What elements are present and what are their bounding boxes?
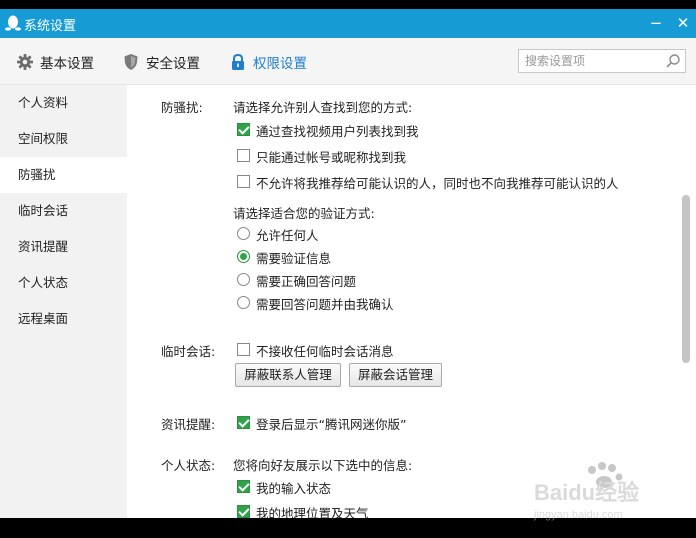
settings-sidebar: 个人资料 空间权限 防骚扰 临时会话 资讯提醒 个人状态 远程桌面 [0, 85, 127, 518]
reject-temp-session-checkbox[interactable] [237, 343, 250, 356]
sidebar-item-remote-desktop[interactable]: 远程桌面 [0, 301, 127, 337]
settings-content: 防骚扰: 请选择允许别人查找到您的方式: 通过查找视频用户列表找到我 只能通过帐… [127, 85, 696, 518]
content-scrollbar[interactable] [682, 195, 690, 363]
anti-harassment-label: 防骚扰: [161, 100, 203, 115]
sidebar-item-profile[interactable]: 个人资料 [0, 85, 127, 121]
sidebar-item-space-permissions[interactable]: 空间权限 [0, 121, 127, 157]
show-mini-news-checkbox[interactable] [237, 416, 250, 429]
search-box[interactable] [518, 49, 686, 73]
tab-permission-settings-label: 权限设置 [253, 56, 307, 72]
find-by-video-list-label[interactable]: 通过查找视频用户列表找到我 [256, 121, 419, 140]
block-contacts-button[interactable]: 屏蔽联系人管理 [235, 363, 341, 387]
sidebar-item-news-reminder[interactable]: 资讯提醒 [0, 229, 127, 265]
share-typing-status-checkbox[interactable] [237, 480, 250, 493]
reject-temp-session-label[interactable]: 不接收任何临时会话消息 [256, 341, 394, 360]
find-by-account-only-checkbox[interactable] [237, 149, 250, 162]
shield-icon [124, 54, 138, 70]
news-reminder-label: 资讯提醒: [161, 417, 216, 432]
share-location-weather-label[interactable]: 我的地理位置及天气 [256, 503, 369, 518]
find-method-prompt: 请选择允许别人查找到您的方式: [233, 100, 413, 115]
tab-security-settings[interactable]: 安全设置 [122, 52, 200, 72]
verify-allow-anyone-radio[interactable] [237, 227, 250, 240]
tab-basic-settings-label: 基本设置 [40, 56, 94, 72]
gear-icon [17, 54, 33, 70]
temp-session-label: 临时会话: [161, 344, 216, 359]
share-location-weather-checkbox[interactable] [237, 505, 250, 518]
verify-correct-answer-radio[interactable] [237, 273, 250, 286]
find-by-account-only-label[interactable]: 只能通过帐号或昵称找到我 [256, 147, 406, 166]
minimize-button[interactable]: − [644, 11, 668, 35]
sidebar-item-personal-status[interactable]: 个人状态 [0, 265, 127, 301]
lock-icon [232, 53, 244, 70]
verify-require-message-label[interactable]: 需要验证信息 [256, 248, 331, 267]
baidu-jingyan-watermark: Baidu经验 jingyan.baidu.com [533, 462, 639, 521]
sidebar-item-temp-session[interactable]: 临时会话 [0, 193, 127, 229]
share-typing-status-label[interactable]: 我的输入状态 [256, 478, 331, 497]
verify-answer-and-confirm-radio[interactable] [237, 296, 250, 309]
search-icon[interactable] [665, 53, 681, 69]
watermark-url: jingyan.baidu.com [533, 509, 623, 521]
title-bar[interactable]: 系统设置 − ✕ [0, 9, 696, 38]
close-button[interactable]: ✕ [671, 11, 695, 35]
no-recommend-label[interactable]: 不允许将我推荐给可能认识的人，同时也不向我推荐可能认识的人 [256, 173, 619, 192]
tab-basic-settings[interactable]: 基本设置 [16, 52, 94, 72]
verify-method-prompt: 请选择适合您的验证方式: [233, 206, 375, 221]
tab-security-settings-label: 安全设置 [146, 56, 200, 72]
watermark-brand: Baidu经验 [534, 480, 639, 505]
find-by-video-list-checkbox[interactable] [237, 123, 250, 136]
no-recommend-checkbox[interactable] [237, 175, 250, 188]
verify-correct-answer-label[interactable]: 需要正确回答问题 [256, 271, 356, 290]
top-toolbar: 基本设置 安全设置 权限设置 [0, 38, 696, 85]
personal-status-label: 个人状态: [161, 458, 216, 473]
tab-permission-settings[interactable]: 权限设置 [229, 52, 307, 72]
block-sessions-button[interactable]: 屏蔽会话管理 [349, 363, 442, 387]
window-title: 系统设置 [24, 19, 77, 34]
verify-allow-anyone-label[interactable]: 允许任何人 [256, 225, 319, 244]
verify-answer-and-confirm-label[interactable]: 需要回答问题并由我确认 [256, 294, 394, 313]
search-input[interactable] [525, 52, 660, 70]
settings-window: 系统设置 − ✕ 基本设置 安全设置 权限设置 搜索设置项 个人资料 空间权限 … [0, 9, 696, 518]
status-share-prompt: 您将向好友展示以下选中的信息: [233, 458, 413, 473]
sidebar-item-anti-harassment[interactable]: 防骚扰 [0, 157, 127, 193]
show-mini-news-label[interactable]: 登录后显示“腾讯网迷你版” [256, 414, 406, 433]
verify-require-message-radio[interactable] [237, 250, 250, 263]
qq-penguin-icon [5, 15, 21, 31]
